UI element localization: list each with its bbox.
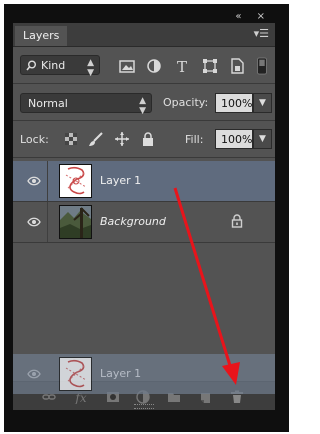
layer-thumbnail bbox=[59, 205, 92, 239]
panel-menu-icon[interactable]: ▾☰ bbox=[254, 27, 269, 40]
lock-all-icon[interactable] bbox=[140, 131, 156, 147]
dragged-layer-preview: Layer 1 bbox=[13, 354, 275, 394]
lock-label: Lock: bbox=[20, 133, 49, 146]
type-filter-icon[interactable]: T bbox=[173, 57, 191, 75]
kind-filter-select[interactable]: Kind ▲ ▼ bbox=[20, 55, 100, 78]
layers-panel: Layers ▾☰ Kind ▲ ▼ T Normal ▲ ▼ Opacity:… bbox=[13, 23, 275, 410]
dragged-layer-name: Layer 1 bbox=[100, 367, 142, 380]
eye-icon[interactable] bbox=[27, 216, 41, 228]
lock-icon bbox=[231, 214, 243, 228]
visibility-divider bbox=[47, 161, 48, 201]
opacity-label: Opacity: bbox=[163, 96, 209, 109]
eye-icon[interactable] bbox=[27, 175, 41, 187]
blend-mode-select[interactable]: Normal ▲ ▼ bbox=[20, 93, 152, 116]
layer-name[interactable]: Background bbox=[100, 215, 166, 228]
opacity-dropdown-button[interactable]: ▼ bbox=[253, 93, 272, 113]
smart-object-filter-icon[interactable] bbox=[228, 57, 246, 75]
divider bbox=[13, 83, 275, 84]
tab-layers[interactable]: Layers bbox=[15, 26, 68, 46]
image-filter-icon[interactable] bbox=[118, 57, 136, 75]
blend-row: Normal ▲ ▼ Opacity: 100% ▼ bbox=[13, 90, 275, 116]
search-icon bbox=[26, 60, 36, 71]
updown-arrow-icon: ▲ ▼ bbox=[87, 58, 94, 78]
layer-row-layer-1[interactable]: Layer 1 bbox=[13, 161, 275, 201]
filter-toggle-icon[interactable] bbox=[256, 57, 268, 75]
window-controls[interactable]: « × bbox=[235, 11, 271, 22]
layer-thumbnail-image bbox=[65, 359, 87, 388]
adjustment-filter-icon[interactable] bbox=[145, 57, 163, 75]
divider bbox=[13, 242, 275, 243]
divider bbox=[13, 120, 275, 121]
updown-arrow-icon: ▲ ▼ bbox=[139, 96, 146, 116]
divider bbox=[13, 157, 275, 158]
background-thumbnail-image bbox=[60, 206, 91, 238]
filter-row: Kind ▲ ▼ T bbox=[13, 53, 275, 79]
opacity-input[interactable]: 100% bbox=[215, 93, 253, 113]
layer-thumbnail bbox=[59, 357, 92, 391]
lock-position-icon[interactable] bbox=[114, 131, 130, 147]
kind-filter-label: Kind bbox=[41, 59, 66, 72]
layer-thumbnail bbox=[59, 164, 92, 198]
lock-image-icon[interactable] bbox=[88, 131, 104, 147]
layer-name[interactable]: Layer 1 bbox=[100, 174, 141, 187]
shape-filter-icon[interactable] bbox=[201, 57, 219, 75]
fill-label: Fill: bbox=[185, 133, 204, 146]
visibility-divider bbox=[47, 202, 48, 242]
layer-row-background[interactable]: Background bbox=[13, 202, 275, 242]
layer-thumbnail-image bbox=[65, 166, 87, 195]
svg-text:T: T bbox=[177, 58, 187, 75]
resize-grip[interactable] bbox=[134, 404, 154, 409]
panel-tabbar: Layers ▾☰ bbox=[13, 23, 275, 47]
fill-input[interactable]: 100% bbox=[215, 129, 253, 149]
fill-dropdown-button[interactable]: ▼ bbox=[253, 129, 272, 149]
lock-transparent-icon[interactable] bbox=[63, 131, 79, 147]
blend-mode-value: Normal bbox=[28, 97, 68, 110]
eye-icon bbox=[27, 369, 41, 379]
lock-row: Lock: Fill: 100% ▼ bbox=[13, 126, 275, 152]
